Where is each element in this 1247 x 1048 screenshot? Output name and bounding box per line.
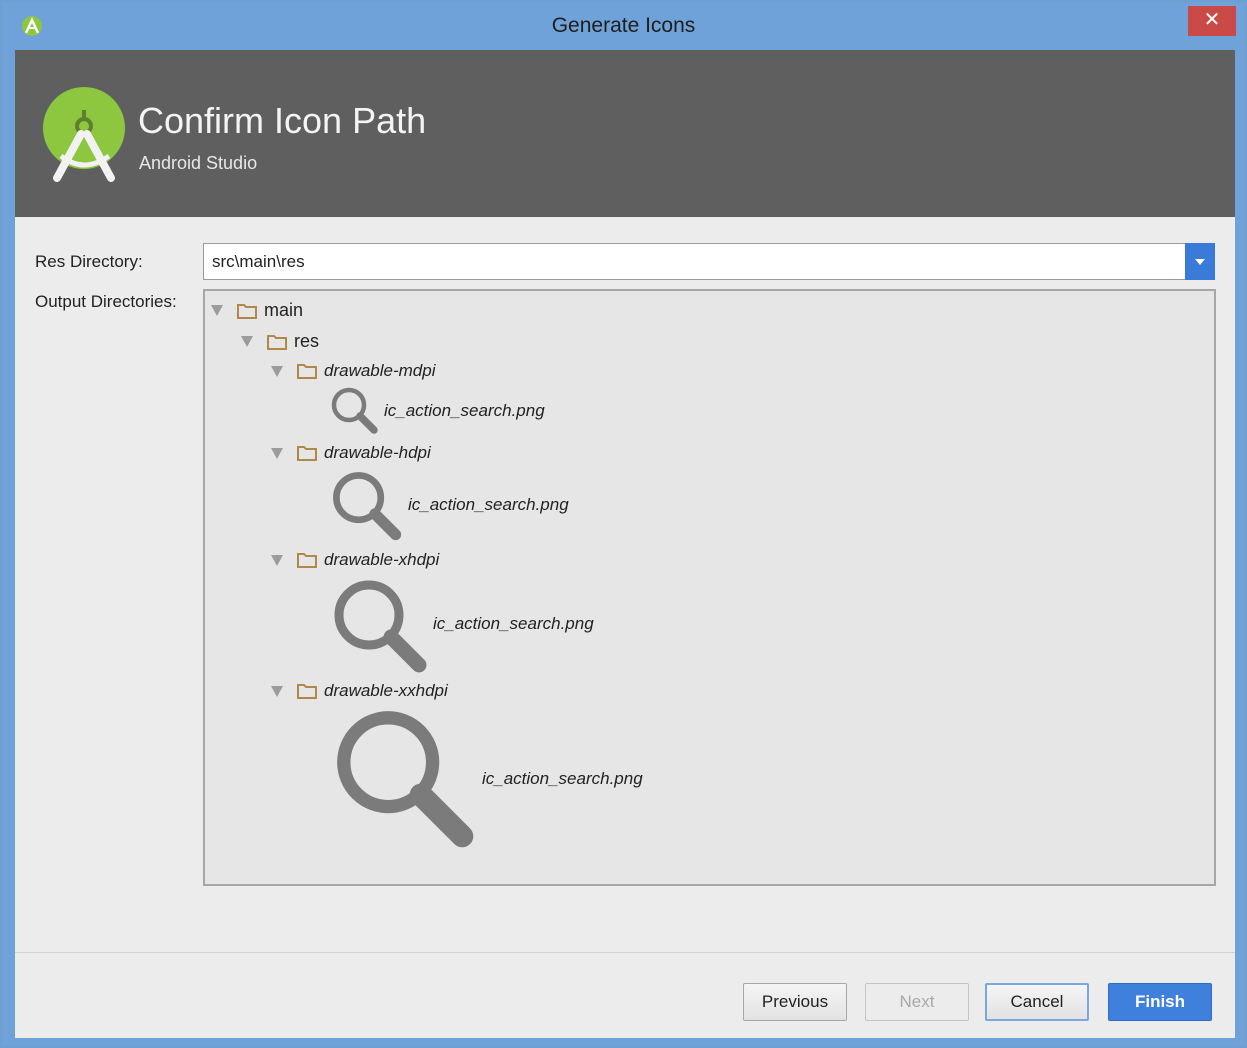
folder-icon [297,364,317,379]
tree-node-label: drawable-mdpi [324,361,436,380]
output-directories-tree[interactable]: main res drawable-mdpi ic_action_search.… [203,289,1216,886]
expand-triangle-icon[interactable] [271,365,283,377]
search-icon [331,387,378,434]
page-title: Confirm Icon Path [138,100,427,141]
tree-node-drawable-xhdpi[interactable]: drawable-xhdpi [271,550,439,570]
tree-node-drawable-mdpi[interactable]: drawable-mdpi [271,361,436,381]
next-button[interactable]: Next [865,983,969,1021]
page-subtitle: Android Studio [139,153,258,173]
file-name-xhdpi: ic_action_search.png [433,614,594,633]
close-button[interactable]: ✕ [1188,6,1236,36]
expand-triangle-icon[interactable] [271,554,283,566]
tree-node-label: main [264,300,304,320]
previous-button[interactable]: Previous [743,983,847,1021]
tree-node-label: res [294,331,320,351]
cancel-button[interactable]: Cancel [985,983,1089,1021]
folder-icon [237,303,257,319]
file-name-xxhdpi: ic_action_search.png [482,769,643,788]
android-studio-logo-icon [43,87,125,182]
wizard-header: Confirm Icon Path Android Studio [15,50,1235,217]
dialog-window: Generate Icons ✕ Confirm Icon Path Andro… [0,0,1247,1048]
folder-icon [267,334,287,350]
search-icon [333,472,402,541]
tree-node-label: drawable-xhdpi [324,550,440,569]
search-icon [337,711,474,848]
output-directories-label: Output Directories: [35,292,177,311]
file-name-hdpi: ic_action_search.png [408,495,569,514]
expand-triangle-icon[interactable] [271,685,283,697]
folder-icon [297,553,317,568]
chevron-down-icon [1195,259,1205,265]
res-directory-value: src\main\res [212,252,305,271]
expand-triangle-icon[interactable] [211,305,223,316]
expand-triangle-icon[interactable] [241,336,253,347]
folder-icon [297,684,317,699]
tree-node-res[interactable]: res [241,331,319,352]
res-directory-dropdown[interactable]: src\main\res [203,243,1215,280]
folder-icon [297,446,317,461]
tree-node-drawable-xxhdpi[interactable]: drawable-xxhdpi [271,681,448,701]
expand-triangle-icon[interactable] [271,447,283,459]
tree-node-main[interactable]: main [211,300,303,321]
finish-button[interactable]: Finish [1108,983,1212,1021]
tree-node-label: drawable-hdpi [324,443,431,462]
tree-node-label: drawable-xxhdpi [324,681,448,700]
title-bar[interactable]: Generate Icons ✕ [2,2,1245,50]
search-icon [334,580,427,673]
footer-divider [15,952,1235,953]
res-directory-label: Res Directory: [35,252,143,271]
dialog-content: Confirm Icon Path Android Studio Res Dir… [15,50,1235,1038]
file-name-mdpi: ic_action_search.png [384,401,545,420]
dropdown-arrow-button[interactable] [1185,243,1215,280]
tree-node-drawable-hdpi[interactable]: drawable-hdpi [271,443,431,463]
window-title: Generate Icons [551,14,696,37]
